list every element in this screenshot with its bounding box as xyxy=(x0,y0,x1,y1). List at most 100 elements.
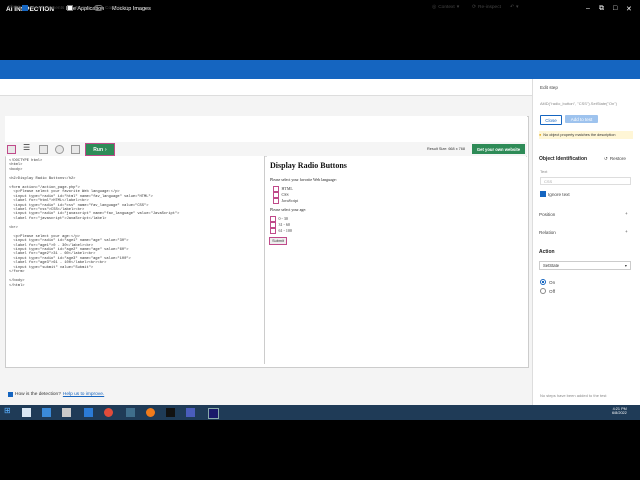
checkbox-icon xyxy=(67,5,73,11)
taskbar-app-icon[interactable] xyxy=(208,408,219,419)
history-dropdown[interactable]: ↶ ▾ xyxy=(510,5,518,10)
undo-icon: ↺ xyxy=(604,156,608,161)
radio-icon xyxy=(273,192,279,198)
radio-icon xyxy=(270,228,276,234)
clock: 4:21 PM 6/8/2022 xyxy=(612,407,627,415)
radio-age3[interactable]: 61 - 100 xyxy=(270,228,292,234)
warning-icon: ● xyxy=(539,133,542,137)
taskbar-app-icon[interactable] xyxy=(126,408,135,417)
add-to-test-button[interactable]: Add to test xyxy=(565,115,598,123)
texts-toggle[interactable]: Texts xyxy=(67,5,86,11)
context-dropdown[interactable]: ◎ Context ▾ xyxy=(432,5,459,10)
show-label: Show xyxy=(8,5,20,10)
own-website-button[interactable]: Get your own website xyxy=(472,144,525,154)
taskbar-app-icon[interactable] xyxy=(42,408,51,417)
code-line: <label for="age1">0 - 30</label><br> xyxy=(9,243,94,248)
code-line: <label for="javascript">JavaScript</labe… xyxy=(9,216,107,221)
code-line: <input type="radio" id="html" name="fav_… xyxy=(9,194,153,199)
menu-icon[interactable]: ☰ xyxy=(23,143,30,152)
radio-selected-icon xyxy=(540,279,546,285)
chat-icon xyxy=(8,392,13,397)
radio-icon xyxy=(270,222,276,228)
windows-icon[interactable]: ⊞ xyxy=(4,406,13,415)
containers-toggle[interactable]: Containers xyxy=(94,5,128,11)
step-locator: AltID("radio_button", "CSS").SetState("O… xyxy=(540,101,617,106)
orientation-icon[interactable] xyxy=(71,145,80,154)
taskbar-app-icon[interactable] xyxy=(84,408,93,417)
code-line: <input type="radio" id="css" name="fav_l… xyxy=(9,203,149,208)
visual-elements-toggle[interactable]: Visual Elements xyxy=(22,5,64,11)
run-button[interactable]: Run › xyxy=(85,143,115,156)
radio-icon xyxy=(273,198,279,204)
relation-section[interactable]: Relation xyxy=(539,230,556,235)
radio-html[interactable]: HTML xyxy=(273,186,293,192)
maximize-button[interactable]: □ xyxy=(613,5,617,12)
code-line: <h2>Display Radio Buttons</h2> xyxy=(9,176,76,181)
layout-icon[interactable] xyxy=(39,145,48,154)
home-icon[interactable] xyxy=(7,145,16,154)
context-icon: ◎ xyxy=(432,5,437,10)
feedback: How is the detection? Help us to improve… xyxy=(8,392,104,397)
taskbar-app-icon[interactable] xyxy=(22,408,31,417)
chevron-right-icon: › xyxy=(105,146,107,153)
checkbox-icon xyxy=(22,5,28,11)
lang-prompt: Please select your favorite Web language… xyxy=(270,177,337,182)
restore-button[interactable]: ↺ Restore xyxy=(604,156,626,162)
code-line: </body> xyxy=(9,279,25,284)
code-line: </form> xyxy=(9,270,25,275)
restore-button[interactable]: ⧉ xyxy=(599,5,604,13)
chevron-down-icon: ▾ xyxy=(624,263,627,268)
theme-icon[interactable] xyxy=(55,145,64,154)
warning-banner: ● No object property matches the descript… xyxy=(539,131,633,139)
code-line: <input type="radio" id="age1" name="age"… xyxy=(9,239,129,244)
panel-title: Edit step xyxy=(540,85,558,90)
code-line: <body> xyxy=(9,167,23,172)
chrome-icon[interactable] xyxy=(104,408,113,417)
close-window-button[interactable]: ✕ xyxy=(626,5,632,13)
taskbar-app-icon[interactable] xyxy=(62,408,71,417)
minimize-button[interactable]: – xyxy=(586,5,590,12)
age-prompt: Please select your age: xyxy=(270,207,307,212)
state-off-radio[interactable]: Off xyxy=(540,288,555,294)
clock-date: 6/8/2022 xyxy=(612,411,627,415)
radio-javascript[interactable]: JavaScript xyxy=(273,198,298,204)
no-steps-message: No steps have been added to the test xyxy=(540,393,607,398)
radio-age1[interactable]: 0 - 30 xyxy=(270,216,288,222)
checkbox-icon xyxy=(540,191,546,197)
radio-css[interactable]: CSS xyxy=(273,192,289,198)
help-improve-link[interactable]: Help us to improve. xyxy=(63,392,104,397)
radio-icon xyxy=(540,288,546,294)
firefox-icon[interactable] xyxy=(146,408,155,417)
code-line: <label for="html">HTML</label><br> xyxy=(9,199,89,204)
code-editor[interactable]: <!DOCTYPE html> <html> <body> <h2>Display R… xyxy=(6,156,265,364)
close-button[interactable]: Close xyxy=(540,115,562,125)
taskbar-app-icon[interactable] xyxy=(186,408,195,417)
edit-step-panel xyxy=(532,79,640,405)
position-section[interactable]: Position xyxy=(539,212,555,217)
action-heading: Action xyxy=(539,249,555,255)
refresh-icon: ⟳ xyxy=(472,5,477,10)
radio-age2[interactable]: 31 - 60 xyxy=(270,222,290,228)
code-line: <html> xyxy=(9,163,23,168)
code-line: <p>Please select your favorite Web langu… xyxy=(9,190,120,195)
result-size: Result Size: 668 x 768 xyxy=(427,147,465,151)
add-position-icon[interactable]: + xyxy=(625,211,628,216)
object-identification-heading: Object Identification xyxy=(539,156,588,162)
terminal-icon[interactable] xyxy=(166,408,175,417)
taskbar xyxy=(0,405,640,420)
result-title: Display Radio Buttons xyxy=(270,161,347,170)
code-line: <label for="age3">61 - 100</label><br><b… xyxy=(9,261,107,266)
submit-button[interactable]: Submit xyxy=(269,237,287,245)
reinspect-button[interactable]: ⟳ Re-inspect xyxy=(472,5,501,10)
add-relation-icon[interactable]: + xyxy=(625,229,628,234)
title-bar xyxy=(0,60,640,79)
browser-header xyxy=(5,116,527,142)
code-line: </html> xyxy=(9,283,25,288)
ignore-text-checkbox[interactable]: Ignore text xyxy=(540,191,570,197)
text-label: Text xyxy=(540,169,548,174)
state-on-radio[interactable]: On xyxy=(540,279,555,285)
text-field[interactable]: CSS xyxy=(540,177,631,185)
options-bar xyxy=(0,79,532,96)
action-select[interactable]: SetState ▾ xyxy=(539,261,631,270)
code-line: <input type="radio" id="javascript" name… xyxy=(9,212,180,217)
